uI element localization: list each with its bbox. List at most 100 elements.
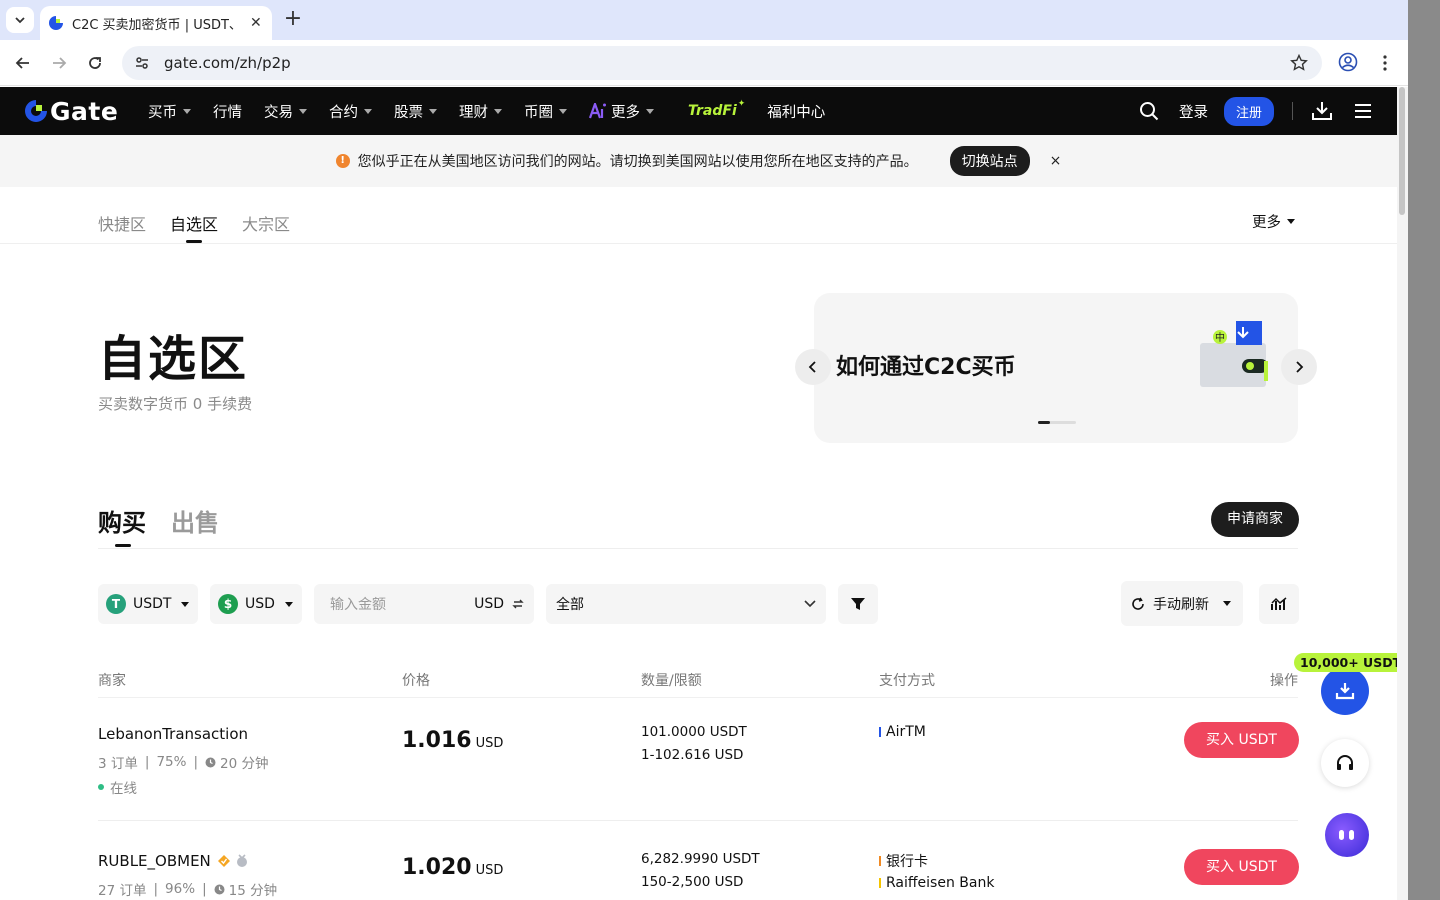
nav-earn[interactable]: 理财 — [459, 101, 502, 122]
tab-quick[interactable]: 快捷区 — [98, 211, 146, 235]
separator: | — [193, 754, 199, 770]
merchant-stats: 27 订单 | 96% | 15 分钟 — [98, 879, 277, 899]
nav-label: 交易 — [264, 104, 293, 121]
sparkle-icon: ✦ — [737, 99, 746, 109]
nav-label: 更多 — [611, 104, 640, 121]
buy-usdt-button[interactable]: 买入 USDT — [1184, 722, 1299, 758]
chart-trend-icon — [1271, 597, 1287, 610]
nav-markets[interactable]: 行情 — [213, 101, 242, 122]
caret-down-icon — [284, 601, 293, 607]
register-button[interactable]: 注册 — [1223, 96, 1274, 126]
tab-close-icon[interactable]: ✕ — [250, 16, 262, 30]
refresh-select[interactable]: 手动刷新 — [1121, 581, 1243, 626]
ai-assistant-button[interactable] — [1325, 813, 1369, 857]
reload-icon[interactable] — [84, 52, 106, 74]
tab-sell[interactable]: 出售 — [171, 503, 219, 538]
buy-usdt-button[interactable]: 买入 USDT — [1184, 849, 1299, 885]
clock-icon — [205, 757, 216, 767]
payment-method: AirTM — [879, 724, 926, 740]
caret-down-icon — [181, 601, 190, 607]
order-limit: 1-102.616 USD — [641, 747, 744, 763]
payment-name: Raiffeisen Bank — [886, 875, 995, 891]
payment-color-bar — [879, 878, 881, 888]
available-quantity: 6,282.9990 USDT — [641, 851, 760, 867]
nav-futures[interactable]: 合约 — [329, 101, 372, 122]
page-viewport: Gate 买币 行情 交易 合约 股票 理财 币圈 更多 TradFi ✦ 福利中… — [0, 87, 1397, 900]
chart-button[interactable] — [1259, 584, 1299, 624]
app-download-button[interactable] — [1321, 667, 1369, 715]
gate-logo[interactable]: Gate — [24, 97, 118, 126]
caret-down-icon — [1223, 601, 1231, 606]
apply-merchant-button[interactable]: 申请商家 — [1211, 502, 1299, 537]
more-dropdown[interactable]: 更多 — [1252, 211, 1295, 232]
hamburger-menu-icon[interactable] — [1353, 103, 1373, 119]
back-icon[interactable] — [12, 52, 34, 74]
site-settings-icon[interactable] — [134, 55, 150, 71]
nav-label: 理财 — [459, 104, 488, 121]
browser-menu-icon[interactable] — [1376, 52, 1394, 74]
payment-method-select[interactable]: 全部 — [546, 584, 826, 624]
active-tab-indicator — [115, 544, 131, 547]
login-link[interactable]: 登录 — [1179, 101, 1208, 122]
search-icon[interactable] — [1139, 101, 1159, 121]
new-tab-icon[interactable]: + — [282, 8, 304, 30]
nav-rewards[interactable]: 福利中心 — [767, 101, 825, 122]
gate-favicon-icon — [49, 16, 63, 30]
nav-community[interactable]: 币圈 — [524, 101, 567, 122]
nav-label: 福利中心 — [767, 104, 826, 121]
site-header: Gate 买币 行情 交易 合约 股票 理财 币圈 更多 TradFi ✦ 福利中… — [0, 87, 1397, 135]
available-quantity: 101.0000 USDT — [641, 724, 747, 740]
page-scrollbar[interactable] — [1397, 87, 1408, 900]
browser-tab[interactable]: C2C 买卖加密货币 | USDT、 ✕ — [40, 6, 272, 40]
customer-support-button[interactable] — [1321, 739, 1369, 787]
address-bar[interactable]: gate.com/zh/p2p — [122, 46, 1322, 80]
download-icon[interactable] — [1311, 101, 1333, 121]
tab-buy[interactable]: 购买 — [98, 503, 146, 538]
nav-more[interactable]: 更多 — [589, 101, 654, 122]
tab-block[interactable]: 大宗区 — [242, 211, 290, 235]
price-unit: USD — [475, 863, 504, 878]
page-title: 自选区 — [98, 331, 249, 387]
filter-icon — [851, 598, 865, 610]
nav-buy-crypto[interactable]: 买币 — [148, 101, 191, 122]
price: 1.016 USD — [402, 728, 503, 753]
carousel-prev-button[interactable] — [795, 349, 831, 385]
switch-site-button[interactable]: 切换站点 — [949, 146, 1030, 176]
profile-icon[interactable] — [1338, 52, 1358, 72]
bookmark-star-icon[interactable] — [1290, 54, 1308, 72]
amount-currency[interactable]: USD — [474, 596, 504, 612]
crypto-select[interactable]: T USDT — [98, 584, 198, 624]
usd-coin-icon: $ — [218, 594, 238, 614]
nav-trade[interactable]: 交易 — [264, 101, 307, 122]
merchant-name[interactable]: RUBLE_OBMEN — [98, 852, 211, 870]
chevron-left-icon — [808, 361, 816, 373]
nav-label: 买币 — [148, 104, 177, 121]
tab-search-button[interactable] — [6, 7, 34, 33]
price-unit: USD — [475, 736, 504, 751]
release-time: 20 分钟 — [220, 756, 269, 772]
promo-banner[interactable]: 如何通过C2C买币 中 — [814, 293, 1298, 443]
amount-input[interactable]: 输入金额 USD — [314, 584, 534, 624]
payment-name: 银行卡 — [886, 854, 928, 870]
banner-art-glyph: 中 — [1215, 331, 1225, 344]
completion-rate: 75% — [156, 754, 187, 770]
carousel-next-button[interactable] — [1281, 349, 1317, 385]
forward-icon[interactable] — [48, 52, 70, 74]
swap-icon[interactable] — [512, 598, 524, 610]
url-text: gate.com/zh/p2p — [164, 54, 291, 72]
filter-button[interactable] — [838, 584, 878, 624]
ai-sparkle-icon — [589, 103, 606, 119]
nav-stocks[interactable]: 股票 — [394, 101, 437, 122]
close-icon[interactable]: × — [1050, 153, 1062, 169]
caret-down-icon — [559, 108, 567, 114]
chevron-down-icon — [15, 17, 25, 24]
fiat-select[interactable]: $ USD — [210, 584, 302, 624]
nav-label: 股票 — [394, 104, 423, 121]
tab-custom[interactable]: 自选区 — [170, 211, 218, 235]
market-zone-tabs: 快捷区 自选区 大宗区 更多 — [0, 187, 1397, 244]
verified-merchant-icon — [217, 855, 230, 867]
merchant-name[interactable]: LebanonTransaction — [98, 725, 248, 743]
caret-down-icon — [646, 108, 654, 114]
nav-tradfi[interactable]: TradFi ✦ — [688, 99, 745, 119]
scroll-thumb[interactable] — [1399, 87, 1405, 215]
